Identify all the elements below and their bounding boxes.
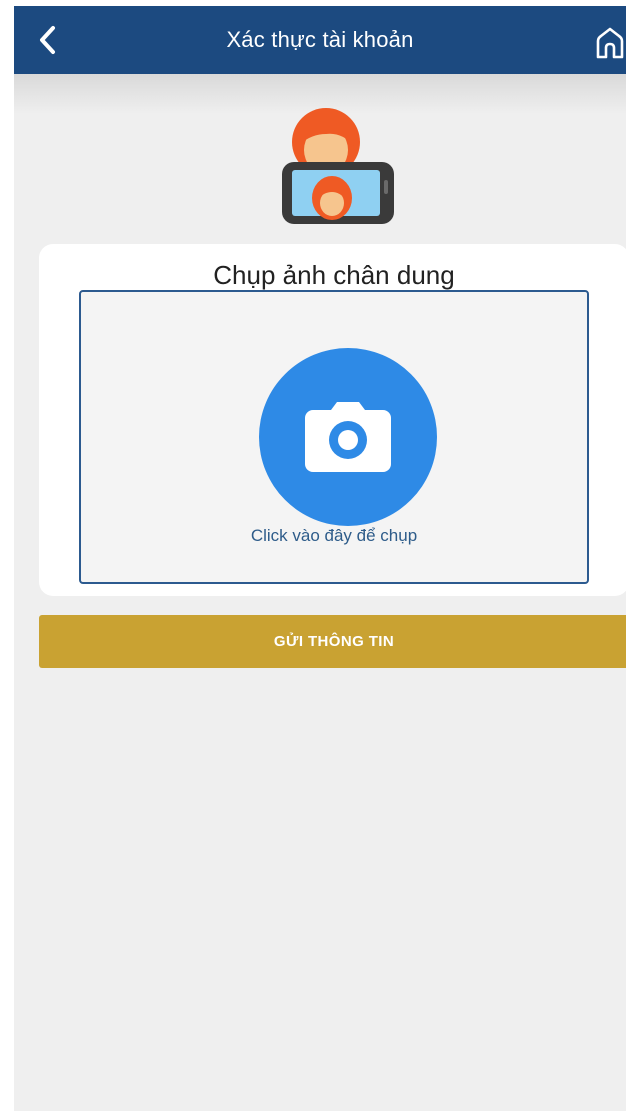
screen: Xác thực tài khoản Chụp ảnh chân dung Cl… <box>14 6 626 1111</box>
app-header: Xác thực tài khoản <box>14 6 626 74</box>
home-button[interactable] <box>588 20 626 64</box>
portrait-card: Chụp ảnh chân dung Click vào đây để chụp <box>39 244 626 596</box>
card-title: Chụp ảnh chân dung <box>213 260 455 290</box>
back-button[interactable] <box>28 20 68 60</box>
capture-area[interactable]: Click vào đây để chụp <box>79 290 589 584</box>
submit-button[interactable]: GỬI THÔNG TIN <box>39 615 626 668</box>
home-icon <box>596 27 624 59</box>
capture-hint: Click vào đây để chụp <box>250 526 418 545</box>
chevron-left-icon <box>40 26 55 54</box>
camera-button[interactable] <box>259 348 437 526</box>
page-title: Xác thực tài khoản <box>226 27 414 52</box>
selfie-phone-icon <box>268 104 398 228</box>
camera-icon <box>305 402 391 472</box>
